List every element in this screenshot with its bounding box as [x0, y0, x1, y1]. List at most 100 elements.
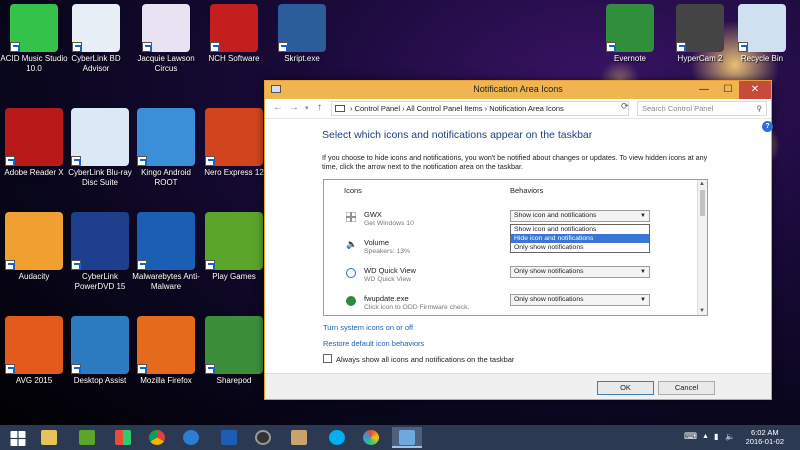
restore-defaults-link[interactable]: Restore default icon behaviors [323, 339, 424, 348]
desktop-icon[interactable]: Mozilla Firefox [132, 316, 200, 386]
games-icon [205, 212, 263, 270]
desktop-icon[interactable]: Malwarebytes Anti-Malware [132, 212, 200, 292]
taskbar-skype[interactable] [322, 427, 352, 448]
behavior-select[interactable]: Only show notifications ▼ [510, 294, 650, 306]
desktop-icon[interactable]: Evernote [596, 4, 664, 64]
shortcut-arrow-icon [205, 260, 215, 270]
help-icon[interactable]: ? [762, 121, 773, 132]
desktop-icon-label: Jacquie Lawson Circus [137, 54, 195, 73]
search-input[interactable]: Search Control Panel ⚲ [637, 101, 767, 116]
desktop-icon[interactable]: Desktop Assist [66, 316, 134, 386]
recent-chevron-icon[interactable]: ▾ [305, 104, 309, 112]
taskbar-malwarebytes[interactable] [214, 427, 244, 448]
desktop-icon[interactable]: Recycle Bin [728, 4, 796, 64]
behavior-value: Only show notifications [514, 296, 584, 303]
shortcut-arrow-icon [278, 42, 288, 52]
item-name: WD Quick View [364, 266, 416, 275]
desktop-icon-label: Desktop Assist [73, 376, 127, 385]
archive-icon [291, 430, 307, 445]
nch-logo-icon [210, 4, 258, 52]
tray-chevron-icon[interactable]: ▲ [702, 433, 709, 440]
back-arrow-icon[interactable]: ← [273, 102, 283, 113]
desktop-icon-label: CyberLink Blu-ray Disc Suite [68, 168, 132, 187]
desktop-icon[interactable]: Play Games [200, 212, 268, 282]
taskbar-paint[interactable] [356, 427, 386, 448]
wd-icon [346, 268, 356, 278]
keyboard-icon[interactable]: ⌨ [684, 431, 697, 442]
nero-icon [205, 108, 263, 166]
taskbar-chrome[interactable] [142, 427, 172, 448]
shortcut-arrow-icon [676, 42, 686, 52]
start-button[interactable] [2, 427, 32, 448]
desktop-icon[interactable]: ACID Music Studio 10.0 [0, 4, 68, 74]
volume-icon[interactable]: 🔈 [725, 432, 735, 441]
scroll-thumb[interactable] [700, 190, 705, 216]
desktop-icon[interactable]: NCH Software [200, 4, 268, 64]
shortcut-arrow-icon [606, 42, 616, 52]
turn-system-icons-link[interactable]: Turn system icons on or off [323, 323, 413, 332]
desktop-assist-icon [71, 316, 129, 374]
desktop-icon[interactable]: Sharepod [200, 316, 268, 386]
up-arrow-icon[interactable]: ↑ [317, 102, 322, 113]
shortcut-arrow-icon [738, 42, 748, 52]
dropdown-option-selected[interactable]: Hide icon and notifications [511, 234, 649, 243]
behavior-select[interactable]: Show icon and notifications ▼ [510, 210, 650, 222]
taskbar-control-panel[interactable] [392, 427, 422, 448]
close-button[interactable]: ✕ [739, 81, 771, 99]
title-bar[interactable]: Notification Area Icons — ☐ ✕ [265, 81, 771, 99]
network-icon[interactable]: ▮ [714, 432, 718, 441]
sharepod-icon [205, 316, 263, 374]
scroll-down-icon[interactable]: ▼ [699, 308, 705, 314]
always-show-checkbox[interactable] [323, 354, 332, 363]
taskbar-internet-explorer[interactable] [176, 427, 206, 448]
k-logo-icon [278, 4, 326, 52]
desktop-icon[interactable]: CyberLink PowerDVD 15 [66, 212, 134, 292]
always-show-option[interactable]: Always show all icons and notifications … [323, 354, 514, 364]
desktop-icon[interactable]: CyberLink Blu-ray Disc Suite [66, 108, 134, 188]
dropdown-option[interactable]: Only show notifications [511, 243, 649, 252]
desktop-icon[interactable]: Audacity [0, 212, 68, 282]
desktop-icon-label: Skript.exe [284, 54, 320, 63]
desktop-icon[interactable]: HyperCam 2 [666, 4, 734, 64]
column-header-icons: Icons [344, 186, 362, 195]
taskbar-file-explorer[interactable] [34, 427, 64, 448]
breadcrumb[interactable]: › Control Panel › All Control Panel Item… [331, 101, 629, 116]
refresh-icon[interactable]: ⟳ [621, 101, 631, 112]
desktop-icon-label: CyberLink PowerDVD 15 [74, 272, 126, 291]
chevron-down-icon: ▼ [640, 297, 646, 303]
scroll-up-icon[interactable]: ▲ [699, 181, 705, 187]
desktop-icon-label: Audacity [18, 272, 50, 281]
desktop-icon-label: Malwarebytes Anti-Malware [132, 272, 200, 291]
list-item: WD Quick View WD Quick View Only show no… [324, 264, 696, 294]
ok-button[interactable]: OK [597, 381, 654, 395]
taskbar-archive[interactable] [284, 427, 314, 448]
desktop-icon-label: Adobe Reader X [4, 168, 64, 177]
desktop-icon[interactable]: Skript.exe [268, 4, 336, 64]
folder-icon [41, 430, 57, 445]
minimize-button[interactable]: — [693, 81, 715, 99]
desktop-icon-label: AVG 2015 [15, 376, 53, 385]
cancel-button[interactable]: Cancel [658, 381, 715, 395]
camera-icon [676, 4, 724, 52]
maximize-button[interactable]: ☐ [717, 81, 739, 99]
dropdown-option[interactable]: Show icon and notifications [511, 225, 649, 234]
taskbar-store[interactable] [108, 427, 138, 448]
shortcut-arrow-icon [71, 364, 81, 374]
behavior-select[interactable]: Only show notifications ▼ [510, 266, 650, 278]
taskbar-clock[interactable]: 6:02 AM 2016-01-02 [746, 428, 784, 446]
control-panel-icon [399, 430, 415, 445]
desktop-icon[interactable]: AVG 2015 [0, 316, 68, 386]
forward-arrow-icon[interactable]: → [289, 102, 299, 113]
desktop-icon[interactable]: Jacquie Lawson Circus [132, 4, 200, 74]
taskbar-app[interactable] [72, 427, 102, 448]
desktop-icon[interactable]: Kingo Android ROOT [132, 108, 200, 188]
desktop-icon[interactable]: Nero Express 12 [200, 108, 268, 178]
taskbar-webcam[interactable] [248, 427, 278, 448]
desktop-icon[interactable]: Adobe Reader X [0, 108, 68, 178]
desktop-icon[interactable]: CyberLink BD Advisor [62, 4, 130, 74]
shortcut-arrow-icon [205, 364, 215, 374]
list-scrollbar[interactable]: ▲ ▼ [697, 180, 707, 315]
play-icon [71, 212, 129, 270]
w-app-icon [79, 430, 95, 445]
item-description: Get Windows 10 [364, 220, 414, 227]
